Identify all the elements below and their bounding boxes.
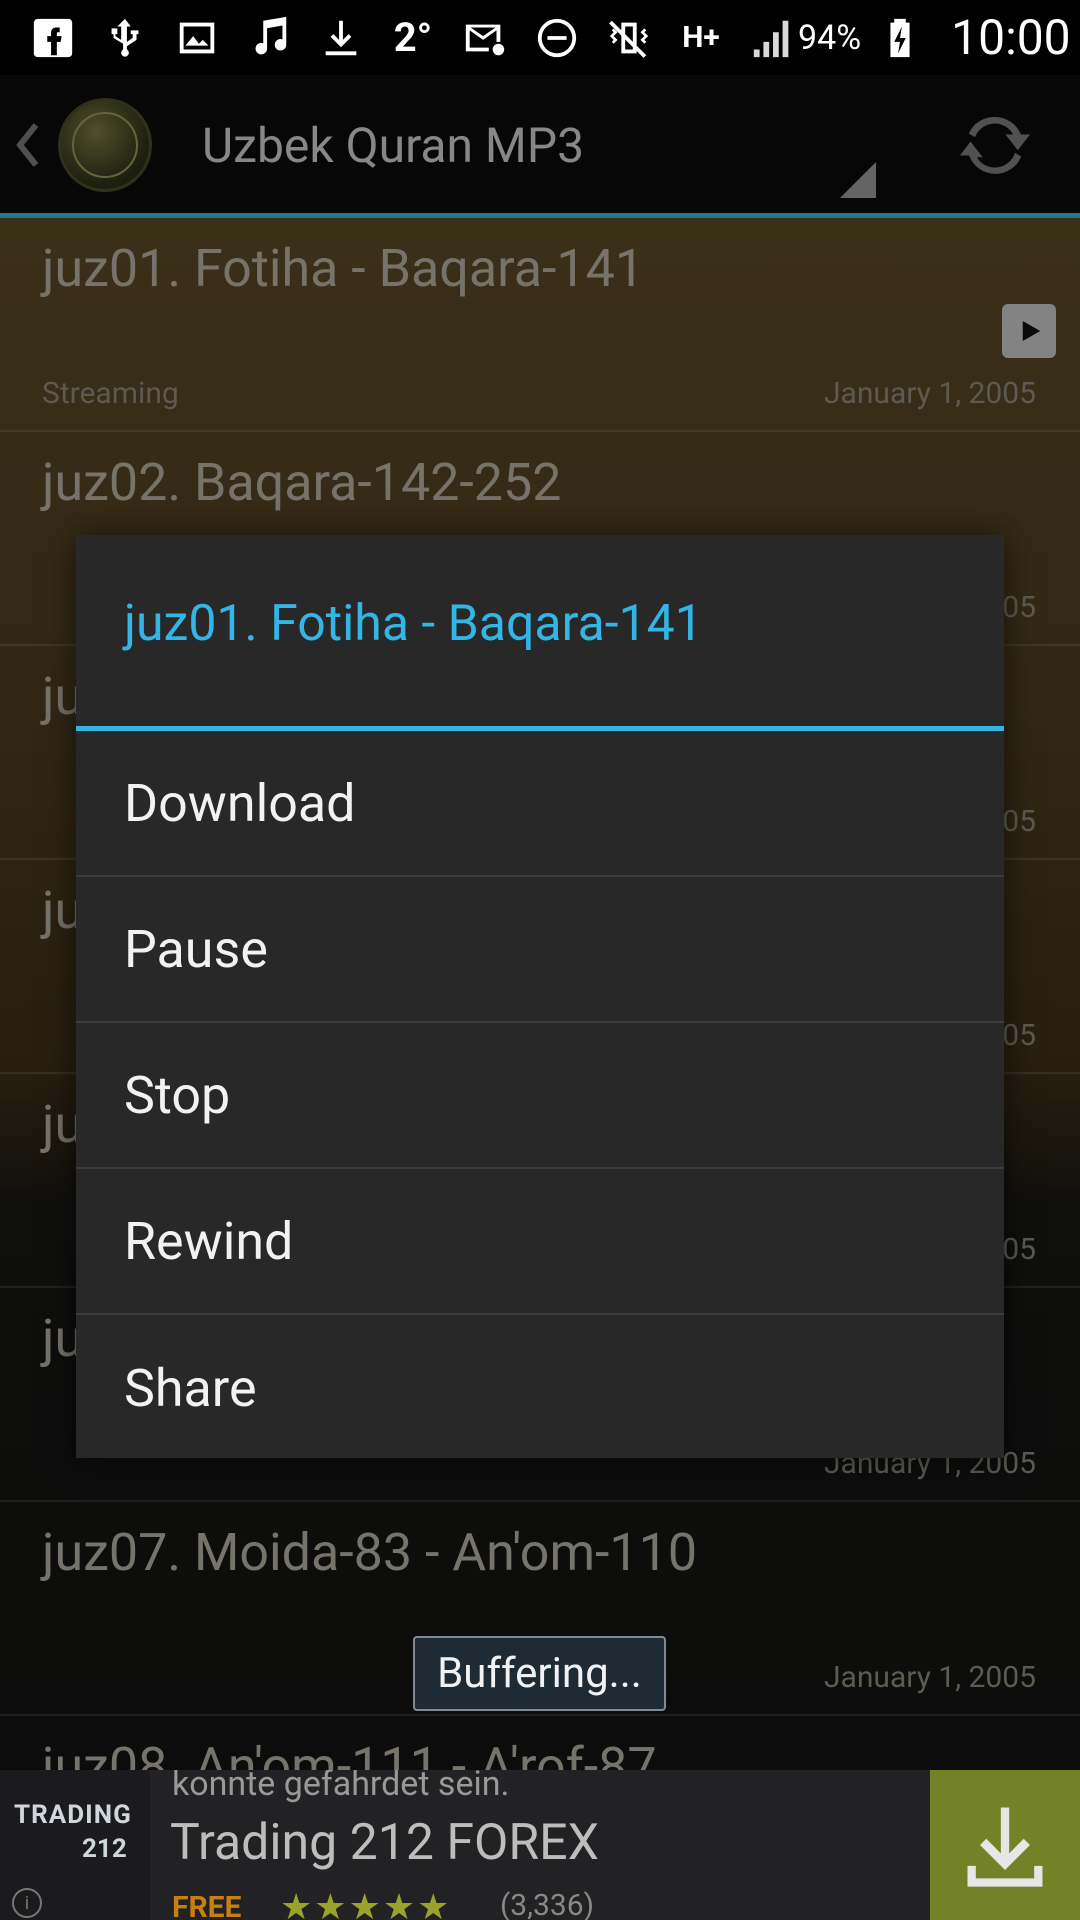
ad-disclaimer: konnte gefahrdet sein. <box>172 1770 510 1804</box>
music-icon <box>244 13 294 63</box>
menu-item-pause[interactable]: Pause <box>76 877 1004 1023</box>
menu-item-stop[interactable]: Stop <box>76 1023 1004 1169</box>
signal-icon <box>748 13 798 63</box>
status-bar: 2° H+ 94% 10:00 <box>0 0 1080 75</box>
battery-percent: 94% <box>798 17 862 58</box>
menu-item-download[interactable]: Download <box>76 731 1004 877</box>
clock: 10:00 <box>951 9 1071 66</box>
ad-title: Trading 212 FOREX <box>170 1814 599 1872</box>
download-icon <box>316 13 366 63</box>
battery-charging-icon <box>875 13 925 63</box>
menu-item-share[interactable]: Share <box>76 1315 1004 1461</box>
dialog-menu: Download Pause Stop Rewind Share <box>76 731 1004 1461</box>
context-menu-dialog: juz01. Fotiha - Baqara-141 Download Paus… <box>76 535 1004 1458</box>
status-right: 94% 10:00 <box>798 9 1071 66</box>
temperature-icon: 2° <box>393 14 433 61</box>
ad-rating-stars: ★★★★★ <box>280 1886 452 1920</box>
menu-item-rewind[interactable]: Rewind <box>76 1169 1004 1315</box>
vibrate-icon <box>604 13 654 63</box>
ad-download-icon[interactable] <box>930 1770 1080 1920</box>
do-not-disturb-icon <box>532 13 582 63</box>
ad-banner[interactable]: TRADING 212 i konnte gefahrdet sein. Tra… <box>0 1770 1080 1920</box>
ad-info-icon[interactable]: i <box>12 1888 42 1918</box>
email-icon <box>460 13 510 63</box>
ad-price: FREE <box>172 1890 242 1920</box>
ad-logo-line1: TRADING <box>14 1800 132 1830</box>
ad-logo: TRADING 212 i <box>0 1770 150 1920</box>
buffering-toast: Buffering... <box>413 1636 666 1711</box>
usb-icon <box>100 13 150 63</box>
image-icon <box>172 13 222 63</box>
ad-review-count: (3,336) <box>500 1888 595 1920</box>
facebook-icon <box>28 13 78 63</box>
hplus-data-icon: H+ <box>682 20 720 55</box>
notification-icons: 2° H+ <box>28 13 798 63</box>
dialog-title: juz01. Fotiha - Baqara-141 <box>124 595 703 653</box>
ad-logo-line2: 212 <box>82 1834 127 1864</box>
